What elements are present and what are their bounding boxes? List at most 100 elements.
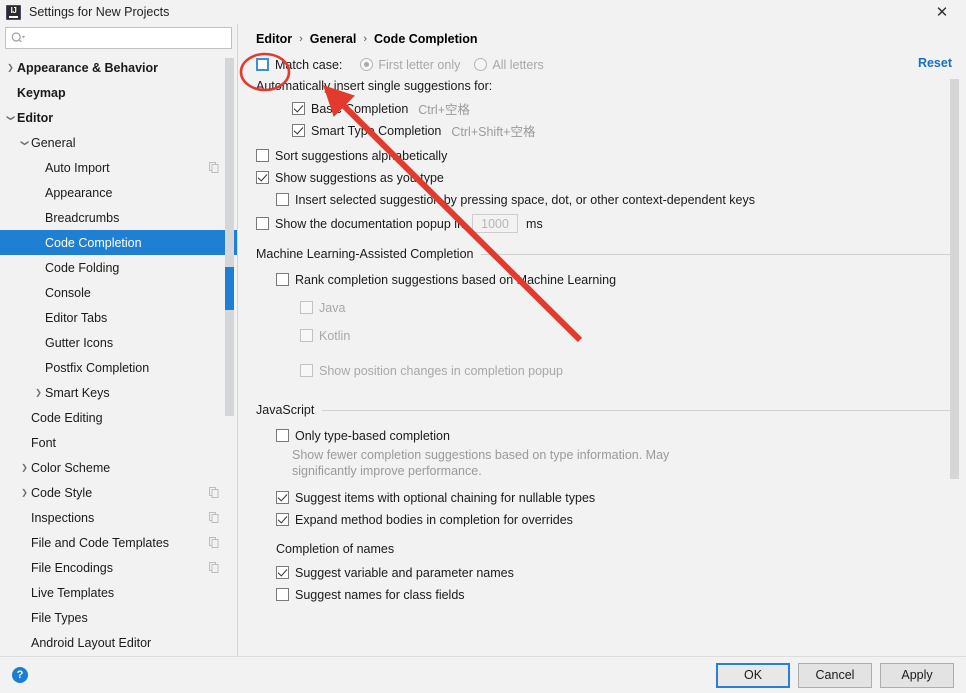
suggest-class-fields-row: Suggest names for class fields	[256, 584, 966, 605]
chevron-right-icon[interactable]: ❯	[18, 488, 31, 497]
basic-completion-shortcut: Ctrl+空格	[418, 103, 471, 117]
js-optional-chaining-checkbox[interactable]	[276, 491, 289, 504]
match-case-checkbox[interactable]	[256, 58, 269, 71]
sidebar-item-inspections[interactable]: Inspections	[0, 505, 237, 530]
ml-kotlin-checkbox[interactable]	[300, 329, 313, 342]
sidebar-scrollbar-track[interactable]	[225, 58, 234, 416]
sidebar-item-file-encodings[interactable]: File Encodings	[0, 555, 237, 580]
chevron-right-icon[interactable]: ❯	[32, 388, 45, 397]
chevron-down-icon[interactable]: ❯	[21, 136, 30, 149]
settings-content-panel: Editor › General › Code Completion Reset…	[238, 24, 966, 656]
copy-config-icon	[209, 512, 219, 523]
js-expand-bodies-checkbox[interactable]	[276, 513, 289, 526]
sidebar-item-label: Color Scheme	[31, 460, 111, 475]
first-letter-only-radio[interactable]	[360, 58, 374, 71]
sidebar-item-console[interactable]: Console	[0, 280, 237, 305]
breadcrumb-item-code-completion: Code Completion	[374, 32, 478, 46]
sidebar-item-label: Editor Tabs	[45, 310, 108, 325]
smart-type-completion-label: Smart Type Completion	[311, 123, 442, 138]
js-expand-bodies-label: Expand method bodies in completion for o…	[295, 512, 573, 527]
js-section-title: JavaScript	[256, 403, 315, 417]
ml-section-header: Machine Learning-Assisted Completion	[256, 247, 966, 261]
ml-position-changes-checkbox[interactable]	[300, 364, 313, 377]
ml-java-checkbox[interactable]	[300, 301, 313, 314]
help-icon[interactable]: ?	[12, 667, 28, 683]
settings-tree[interactable]: ❯ Appearance & Behavior Keymap ❯ Editor ❯ Gene…	[0, 53, 237, 656]
sidebar-item-postfix-completion[interactable]: Postfix Completion	[0, 355, 237, 380]
sidebar-item-label: General	[31, 135, 76, 150]
ml-position-changes-label: Show position changes in completion popu…	[319, 363, 563, 378]
sidebar-item-gutter-icons[interactable]: Gutter Icons	[0, 330, 237, 355]
sidebar-item-editor[interactable]: ❯ Editor	[0, 105, 237, 130]
sidebar-item-file-and-code-templates[interactable]: File and Code Templates	[0, 530, 237, 555]
ok-button[interactable]: OK	[716, 662, 790, 688]
search-box[interactable]	[5, 27, 232, 49]
sidebar-item-appearance-behavior[interactable]: ❯ Appearance & Behavior	[0, 55, 237, 80]
doc-popup-checkbox[interactable]	[256, 217, 269, 230]
breadcrumb-item-general[interactable]: General	[310, 32, 357, 46]
search-input[interactable]	[25, 30, 231, 46]
sidebar-item-font[interactable]: Font	[0, 430, 237, 455]
ml-kotlin-label: Kotlin	[319, 328, 351, 343]
chevron-down-icon[interactable]: ❯	[7, 111, 16, 124]
logo-text: IJ	[10, 6, 17, 15]
basic-completion-label: Basic Completion	[311, 101, 409, 116]
sidebar-item-breadcrumbs[interactable]: Breadcrumbs	[0, 205, 237, 230]
sidebar-item-keymap[interactable]: Keymap	[0, 80, 237, 105]
first-letter-only-label: First letter only	[378, 57, 461, 72]
ml-kotlin-row: Kotlin	[256, 325, 966, 346]
sort-alphabetically-checkbox[interactable]	[256, 149, 269, 162]
sidebar-item-color-scheme[interactable]: ❯ Color Scheme	[0, 455, 237, 480]
basic-completion-checkbox[interactable]	[292, 102, 305, 115]
chevron-right-icon[interactable]: ❯	[4, 63, 17, 72]
sidebar-item-label: Auto Import	[45, 160, 110, 175]
dialog-body: ❯ Appearance & Behavior Keymap ❯ Editor ❯ Gene…	[0, 24, 966, 656]
suggest-class-fields-checkbox[interactable]	[276, 588, 289, 601]
dialog-footer: ? OK Cancel Apply	[0, 656, 966, 693]
suggest-variable-names-label: Suggest variable and parameter names	[295, 565, 514, 580]
doc-popup-delay-input[interactable]	[472, 214, 519, 233]
footer-buttons: OK Cancel Apply	[716, 662, 954, 688]
sidebar-item-editor-tabs[interactable]: Editor Tabs	[0, 305, 237, 330]
intellij-logo-icon: IJ	[6, 4, 21, 20]
sidebar-item-code-completion[interactable]: Code Completion	[0, 230, 237, 255]
sidebar-item-smart-keys[interactable]: ❯ Smart Keys	[0, 380, 237, 405]
sidebar-item-auto-import[interactable]: Auto Import	[0, 155, 237, 180]
apply-button[interactable]: Apply	[880, 662, 954, 688]
insert-by-keys-checkbox[interactable]	[276, 193, 289, 206]
breadcrumb-item-editor[interactable]: Editor	[256, 32, 292, 46]
chevron-right-icon[interactable]: ❯	[18, 463, 31, 472]
auto-insert-header-row: Automatically insert single suggestions …	[256, 76, 966, 95]
sidebar-item-code-folding[interactable]: Code Folding	[0, 255, 237, 280]
close-icon[interactable]: ✕	[922, 0, 962, 24]
sidebar-item-file-types[interactable]: File Types	[0, 605, 237, 630]
ml-section-title: Machine Learning-Assisted Completion	[256, 247, 474, 261]
js-only-type-based-checkbox[interactable]	[276, 429, 289, 442]
sidebar-item-label: Breadcrumbs	[45, 210, 120, 225]
sidebar-item-label: File Types	[31, 610, 88, 625]
ml-rank-checkbox[interactable]	[276, 273, 289, 286]
doc-popup-label-before: Show the documentation popup in	[275, 216, 465, 231]
sidebar-item-code-editing[interactable]: Code Editing	[0, 405, 237, 430]
copy-config-icon	[209, 162, 219, 173]
cancel-button[interactable]: Cancel	[798, 662, 872, 688]
content-scrollbar-thumb[interactable]	[950, 79, 959, 479]
ml-java-label: Java	[319, 300, 346, 315]
sidebar-item-general[interactable]: ❯ General	[0, 130, 237, 155]
suggest-variable-names-checkbox[interactable]	[276, 566, 289, 579]
smart-type-completion-checkbox[interactable]	[292, 124, 305, 137]
sidebar-item-label: Live Templates	[31, 585, 115, 600]
sidebar-item-appearance[interactable]: Appearance	[0, 180, 237, 205]
sidebar-item-live-templates[interactable]: Live Templates	[0, 580, 237, 605]
all-letters-radio[interactable]	[474, 58, 488, 71]
sidebar-item-label: File and Code Templates	[31, 535, 170, 550]
sidebar-scrollbar-thumb[interactable]	[225, 267, 234, 310]
sidebar-item-code-style[interactable]: ❯ Code Style	[0, 480, 237, 505]
sidebar-item-android-layout-editor[interactable]: Android Layout Editor	[0, 630, 237, 655]
sidebar-item-label: File Encodings	[31, 560, 113, 575]
sort-alphabetically-label: Sort suggestions alphabetically	[275, 148, 448, 163]
ml-java-row: Java	[256, 297, 966, 318]
section-divider	[481, 253, 954, 255]
sidebar-item-label: Console	[45, 285, 91, 300]
show-as-you-type-checkbox[interactable]	[256, 171, 269, 184]
